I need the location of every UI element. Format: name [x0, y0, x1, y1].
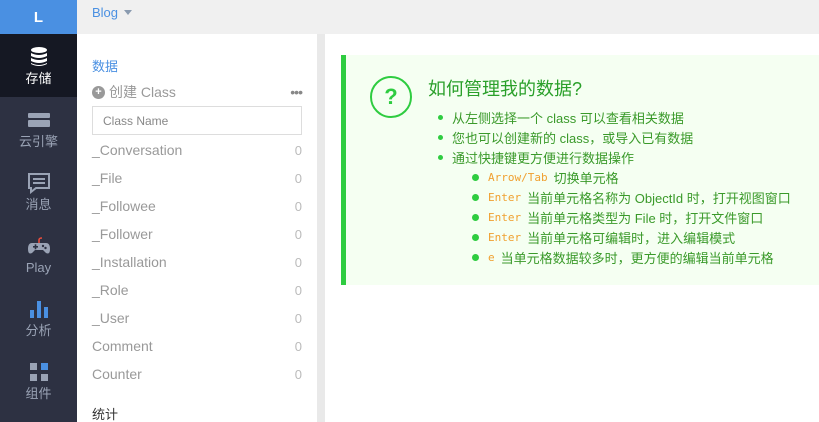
nav-item-engine[interactable]: 云引擎	[0, 97, 77, 160]
shortcut-item: Enter 当前单元格名称为 ObjectId 时，打开视图窗口	[472, 187, 791, 207]
class-name: Counter	[92, 366, 142, 382]
class-list-item[interactable]: _File 0	[92, 164, 302, 192]
class-name: _Followee	[92, 198, 156, 214]
app-switcher[interactable]: Blog	[92, 5, 133, 20]
chevron-down-icon	[124, 10, 133, 15]
class-count: 0	[294, 310, 302, 326]
shortcut-key: e	[488, 250, 495, 264]
nav-item-play[interactable]: Play	[0, 223, 77, 286]
nav-label: 分析	[25, 322, 52, 338]
shortcut-item: e 当单元格数据较多时，更方便的编辑当前单元格	[472, 247, 791, 267]
app-name: Blog	[92, 5, 119, 20]
create-class-row: + 创建 Class •••	[92, 82, 303, 102]
section-title-stats: 统计	[92, 407, 119, 422]
help-item: 您也可以创建新的 class，或导入已有数据	[438, 127, 693, 147]
help-item: 通过快捷键更方便进行数据操作	[438, 147, 693, 167]
nav-item-storage[interactable]: 存储	[0, 34, 77, 97]
class-list-item[interactable]: _Followee 0	[92, 192, 302, 220]
help-title: 如何管理我的数据?	[428, 79, 583, 99]
shortcut-key: Enter	[488, 230, 522, 244]
nav-label: 组件	[25, 385, 52, 401]
class-list: _Conversation 0 _File 0 _Followee 0 _Follow…	[92, 136, 302, 388]
class-name: _Installation	[92, 254, 167, 270]
shortcut-desc: 当单元格数据较多时，更方便的编辑当前单元格	[500, 250, 774, 266]
help-list: 从左侧选择一个 class 可以查看相关数据 您也可以创建新的 class，或导…	[438, 107, 693, 167]
message-icon	[27, 172, 50, 194]
plus-icon[interactable]: +	[92, 85, 105, 99]
shortcut-key: Enter	[488, 190, 522, 204]
class-list-item[interactable]: Counter 0	[92, 360, 302, 388]
class-name: _File	[92, 170, 123, 186]
class-count: 0	[294, 338, 302, 354]
class-count: 0	[294, 170, 302, 186]
class-count: 0	[294, 282, 302, 298]
shortcut-item: Arrow/Tab 切换单元格	[472, 167, 791, 187]
more-options-icon[interactable]: •••	[290, 84, 303, 100]
class-list-item[interactable]: _Conversation 0	[92, 136, 302, 164]
engine-icon	[27, 112, 50, 127]
shortcut-desc: 当前单元格类型为 File 时，打开文件窗口	[527, 210, 764, 226]
app-logo[interactable]: L	[0, 0, 77, 34]
shortcut-list: Arrow/Tab 切换单元格 Enter 当前单元格名称为 ObjectId 时，…	[472, 167, 791, 267]
gamepad-icon	[27, 236, 50, 253]
nav-label: 存储	[25, 70, 52, 86]
top-bar: Blog	[77, 0, 819, 34]
shortcut-desc: 当前单元格可编辑时，进入编辑模式	[527, 230, 736, 246]
class-list-item[interactable]: _Follower 0	[92, 220, 302, 248]
shortcut-desc: 切换单元格	[553, 170, 619, 186]
shortcut-item: Enter 当前单元格可编辑时，进入编辑模式	[472, 227, 791, 247]
class-name: Comment	[92, 338, 153, 354]
class-name: _Role	[92, 282, 129, 298]
class-count: 0	[294, 366, 302, 382]
class-list-item[interactable]: _Role 0	[92, 276, 302, 304]
database-icon	[30, 46, 47, 66]
nav-item-components[interactable]: 组件	[0, 349, 77, 412]
class-count: 0	[294, 142, 302, 158]
class-list-item[interactable]: Comment 0	[92, 332, 302, 360]
nav-item-message[interactable]: 消息	[0, 160, 77, 223]
shortcut-key: Enter	[488, 210, 522, 224]
class-sidebar: 数据 + 创建 Class ••• _Conversation 0 _File 0 …	[77, 34, 317, 422]
class-count: 0	[294, 198, 302, 214]
class-name: _Conversation	[92, 142, 183, 158]
main-content: ? 如何管理我的数据? 从左侧选择一个 class 可以查看相关数据 您也可以创…	[325, 34, 819, 422]
panel-divider[interactable]	[317, 34, 325, 422]
question-icon: ?	[370, 76, 412, 118]
class-count: 0	[294, 226, 302, 242]
nav-label: Play	[25, 259, 52, 275]
nav-label: 云引擎	[18, 133, 58, 149]
section-title-data: 数据	[92, 59, 119, 74]
help-item: 从左侧选择一个 class 可以查看相关数据	[438, 107, 693, 127]
class-search-input[interactable]	[92, 106, 302, 135]
class-name: _Follower	[92, 226, 153, 242]
create-class-button[interactable]: 创建 Class	[109, 82, 176, 102]
shortcut-key: Arrow/Tab	[488, 170, 548, 184]
class-name: _User	[92, 310, 130, 326]
shortcut-desc: 当前单元格名称为 ObjectId 时，打开视图窗口	[527, 190, 791, 206]
help-panel: ? 如何管理我的数据? 从左侧选择一个 class 可以查看相关数据 您也可以创…	[341, 55, 819, 285]
components-icon	[29, 362, 48, 381]
class-list-item[interactable]: _Installation 0	[92, 248, 302, 276]
nav-item-analytics[interactable]: 分析	[0, 286, 77, 349]
shortcut-item: Enter 当前单元格类型为 File 时，打开文件窗口	[472, 207, 791, 227]
class-count: 0	[294, 254, 302, 270]
class-list-item[interactable]: _User 0	[92, 304, 302, 332]
nav-label: 消息	[25, 196, 52, 212]
bar-chart-icon	[29, 300, 48, 318]
main-nav: L 存储 云引擎 消息 Play 分析 组件	[0, 0, 77, 422]
